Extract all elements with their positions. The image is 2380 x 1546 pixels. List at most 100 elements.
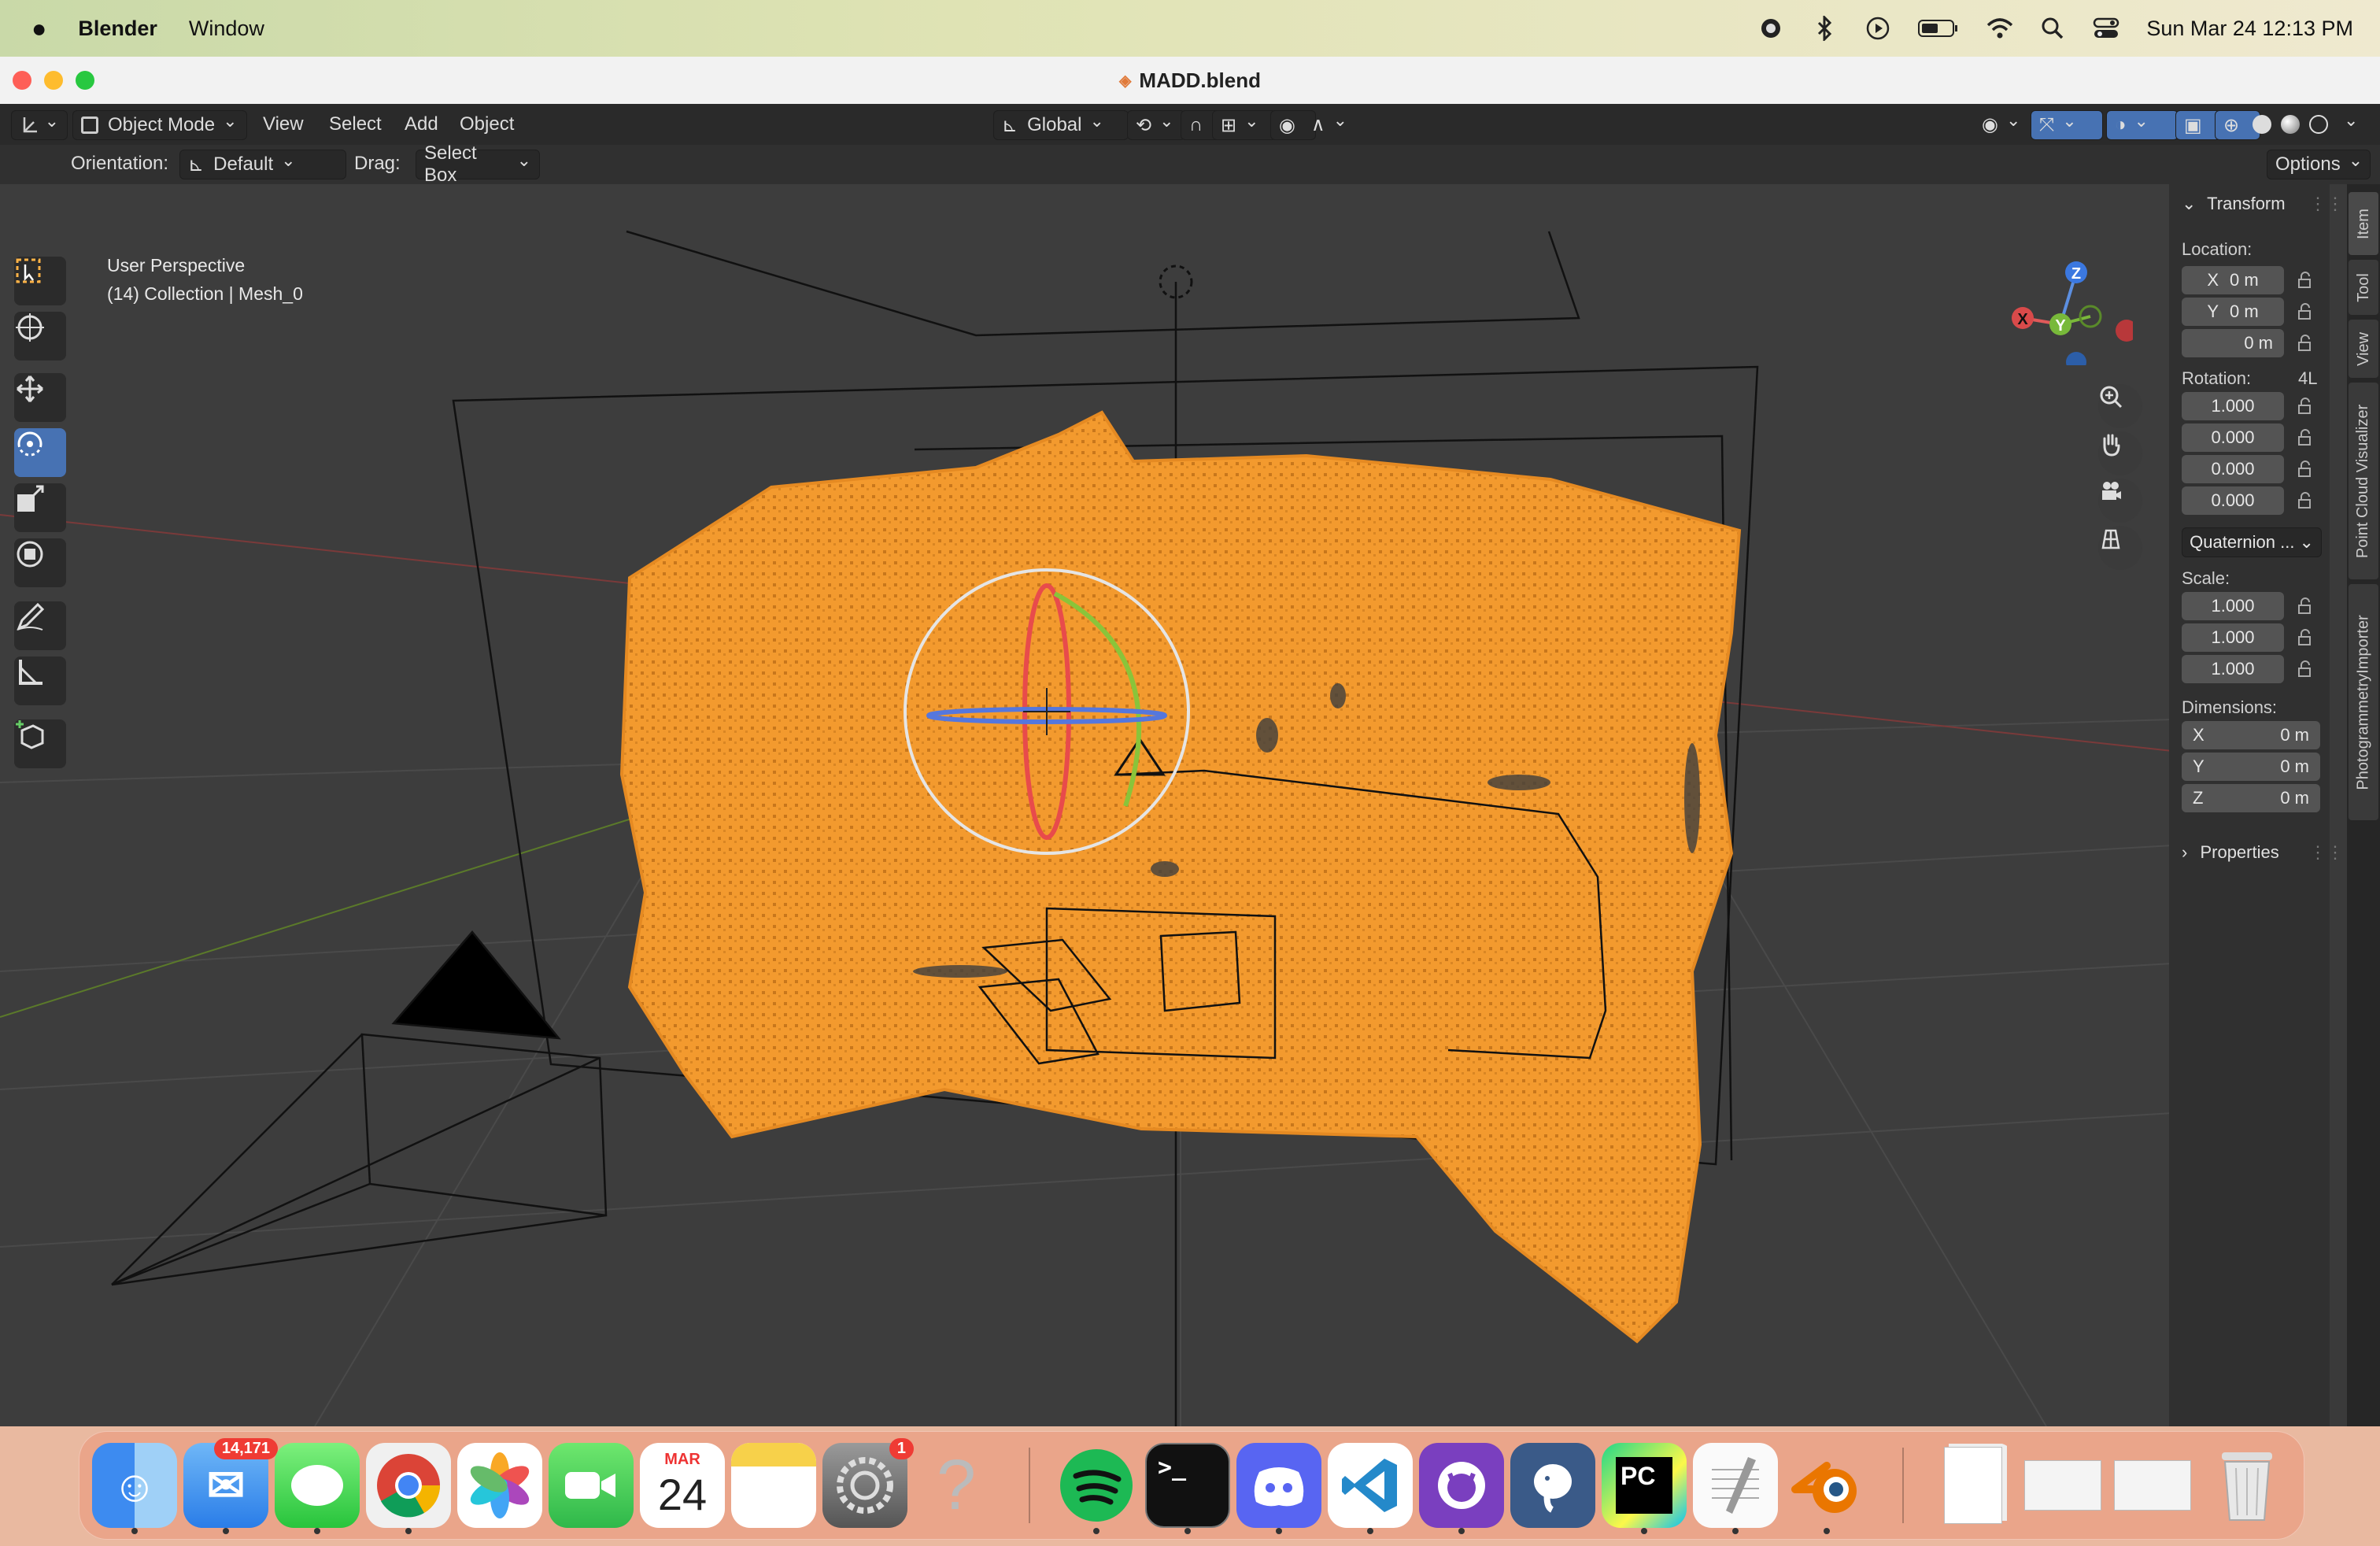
rotate-tool[interactable] [14,428,66,477]
menu-view[interactable]: View [255,110,312,139]
shading-options-dropdown[interactable] [2328,110,2360,139]
lock-icon[interactable] [2295,460,2314,479]
dock-system-settings[interactable]: 1 [822,1438,914,1528]
rotation-z-field[interactable]: 0.000 [2182,486,2284,515]
tab-point-cloud-visualizer[interactable]: Point Cloud Visualizer [2349,383,2378,579]
location-x-field[interactable]: X 0 m [2182,266,2284,294]
dock-pgadmin[interactable] [1510,1443,1595,1528]
gizmos-toggle[interactable]: ⤧ [2031,110,2103,140]
control-center-icon[interactable] [2093,15,2119,42]
menu-window[interactable]: Window [189,17,264,41]
transform-tool[interactable] [14,538,66,587]
ortho-toggle-button[interactable] [2098,526,2142,570]
dock-vscode[interactable] [1328,1443,1413,1528]
falloff-dropdown[interactable]: ∧ [1303,110,1358,139]
zoom-view-button[interactable] [2098,384,2142,428]
pivot-point-dropdown[interactable]: ⟲ [1127,110,1185,140]
app-menu-blender[interactable]: Blender [78,17,157,41]
lock-icon[interactable] [2295,491,2314,510]
properties-panel-header[interactable]: › Properties [2182,842,2279,863]
scale-y-field[interactable]: 1.000 [2182,623,2284,652]
menubar-clock[interactable]: Sun Mar 24 12:13 PM [2146,17,2353,41]
zoom-window-button[interactable] [76,71,94,90]
rotation-y-field[interactable]: 0.000 [2182,455,2284,483]
dimension-y-field[interactable]: Y 0 m [2182,753,2320,781]
location-z-field[interactable]: 0 m [2182,329,2284,357]
apple-menu-icon[interactable]: ● [31,14,46,43]
dock-notes[interactable] [731,1443,816,1528]
tab-item[interactable]: Item [2349,192,2378,255]
orientation-dropdown[interactable]: ⊾ Default [179,150,346,179]
spotlight-search-icon[interactable] [2039,15,2066,42]
tab-tool[interactable]: Tool [2349,260,2378,315]
snap-target-dropdown[interactable]: ⊞ [1212,110,1277,140]
gizmo-neg-z[interactable] [2066,352,2086,365]
annotate-tool[interactable] [14,601,66,650]
dock-downloads-stack[interactable] [1931,1443,2016,1528]
dimension-x-field[interactable]: X 0 m [2182,721,2320,749]
dock-facetime[interactable] [549,1443,634,1528]
overlays-toggle[interactable]: ◑ [2106,110,2179,140]
dock-recent-screenshot-1[interactable] [2020,1443,2105,1528]
measure-tool[interactable] [14,656,66,705]
dock-messages[interactable] [275,1443,360,1528]
tab-view[interactable]: View [2349,320,2378,378]
3d-viewport[interactable]: User Perspective (14) Collection | Mesh_… [0,184,2172,1426]
transform-orientation-dropdown[interactable]: ⊾ Global [993,110,1129,140]
mode-dropdown[interactable]: Object Mode [72,110,247,140]
dock-textedit[interactable] [1693,1443,1778,1528]
dock-terminal[interactable]: >_ [1145,1443,1230,1528]
editor-type-button[interactable] [11,110,68,140]
rotation-mode-dropdown[interactable]: Quaternion ... ⌄ [2182,527,2322,557]
pan-view-button[interactable] [2098,431,2142,475]
dock-spotify[interactable] [1054,1443,1139,1528]
wifi-icon[interactable] [1986,15,2013,42]
drag-handle-icon[interactable]: ⋮⋮ [2309,194,2344,214]
battery-icon[interactable] [1918,15,1959,42]
lock-icon[interactable] [2295,271,2314,290]
scale-tool[interactable] [14,483,66,532]
scale-z-field[interactable]: 1.000 [2182,655,2284,683]
dock-calendar[interactable]: MAR 24 [640,1443,725,1528]
dock-trash[interactable] [2204,1443,2289,1528]
move-tool[interactable] [14,373,66,422]
dock-chrome[interactable] [366,1443,451,1528]
menu-select[interactable]: Select [321,110,390,139]
menu-object[interactable]: Object [452,110,522,139]
focus-icon[interactable] [1757,15,1784,42]
add-cube-tool[interactable] [14,719,66,768]
camera-view-button[interactable] [2098,479,2142,523]
rotation-x-field[interactable]: 0.000 [2182,423,2284,452]
tab-photogrammetry-importer[interactable]: PhotogrammetryImporter [2349,584,2378,820]
lock-icon[interactable] [2295,302,2314,321]
transform-panel-header[interactable]: ⌄ Transform [2182,194,2286,214]
rotation-w-field[interactable]: 1.000 [2182,392,2284,420]
lock-icon[interactable] [2295,428,2314,447]
lock-icon[interactable] [2295,334,2314,353]
dimension-z-field[interactable]: Z 0 m [2182,784,2320,812]
lock-icon[interactable] [2295,397,2314,416]
dock-finder[interactable]: ☺ [92,1443,177,1528]
drag-handle-icon[interactable]: ⋮⋮ [2309,842,2344,863]
visibility-dropdown[interactable]: ◉ [1974,110,2029,139]
options-dropdown[interactable]: Options [2267,150,2371,179]
dock-unknown-app[interactable]: ? [914,1443,999,1528]
dock-pycharm[interactable]: PC [1602,1443,1687,1528]
minimize-window-button[interactable] [44,71,63,90]
close-window-button[interactable] [13,71,31,90]
dock-mail[interactable]: ✉ 14,171 [183,1438,278,1528]
location-y-field[interactable]: Y 0 m [2182,298,2284,326]
dock-recent-screenshot-2[interactable] [2110,1443,2195,1528]
dock-discord[interactable] [1236,1443,1321,1528]
now-playing-icon[interactable] [1864,15,1891,42]
gizmo-neg-x[interactable] [2116,320,2133,342]
navigation-gizmo[interactable]: Z X Y [1999,255,2133,365]
menu-add[interactable]: Add [397,110,446,139]
dock-photos[interactable] [457,1443,542,1528]
scale-x-field[interactable]: 1.000 [2182,592,2284,620]
lock-icon[interactable] [2295,597,2314,616]
select-box-tool[interactable] [14,257,66,305]
scene-camera[interactable] [111,930,608,1286]
dock-github-desktop[interactable] [1419,1443,1504,1528]
viewport-scene[interactable] [0,184,2172,1426]
